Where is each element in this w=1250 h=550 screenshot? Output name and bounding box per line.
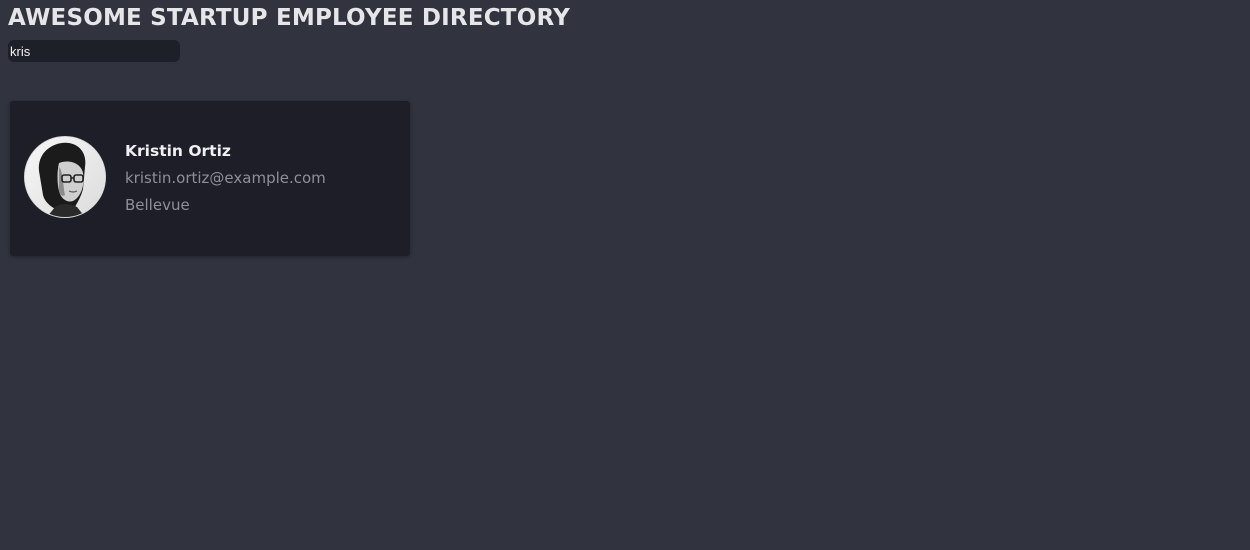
employee-email: kristin.ortiz@example.com [125,169,326,187]
employee-card[interactable]: Kristin Ortiz kristin.ortiz@example.com … [10,101,410,256]
employee-city: Bellevue [125,196,190,214]
employee-info: Kristin Ortiz kristin.ortiz@example.com … [125,141,402,215]
employee-directory-page: AWESOME STARTUP EMPLOYEE DIRECTORY kris … [0,0,1250,550]
avatar [25,137,105,217]
search-input[interactable] [8,40,180,62]
employee-name: Kristin Ortiz [125,142,231,160]
page-title: AWESOME STARTUP EMPLOYEE DIRECTORY [8,5,570,31]
